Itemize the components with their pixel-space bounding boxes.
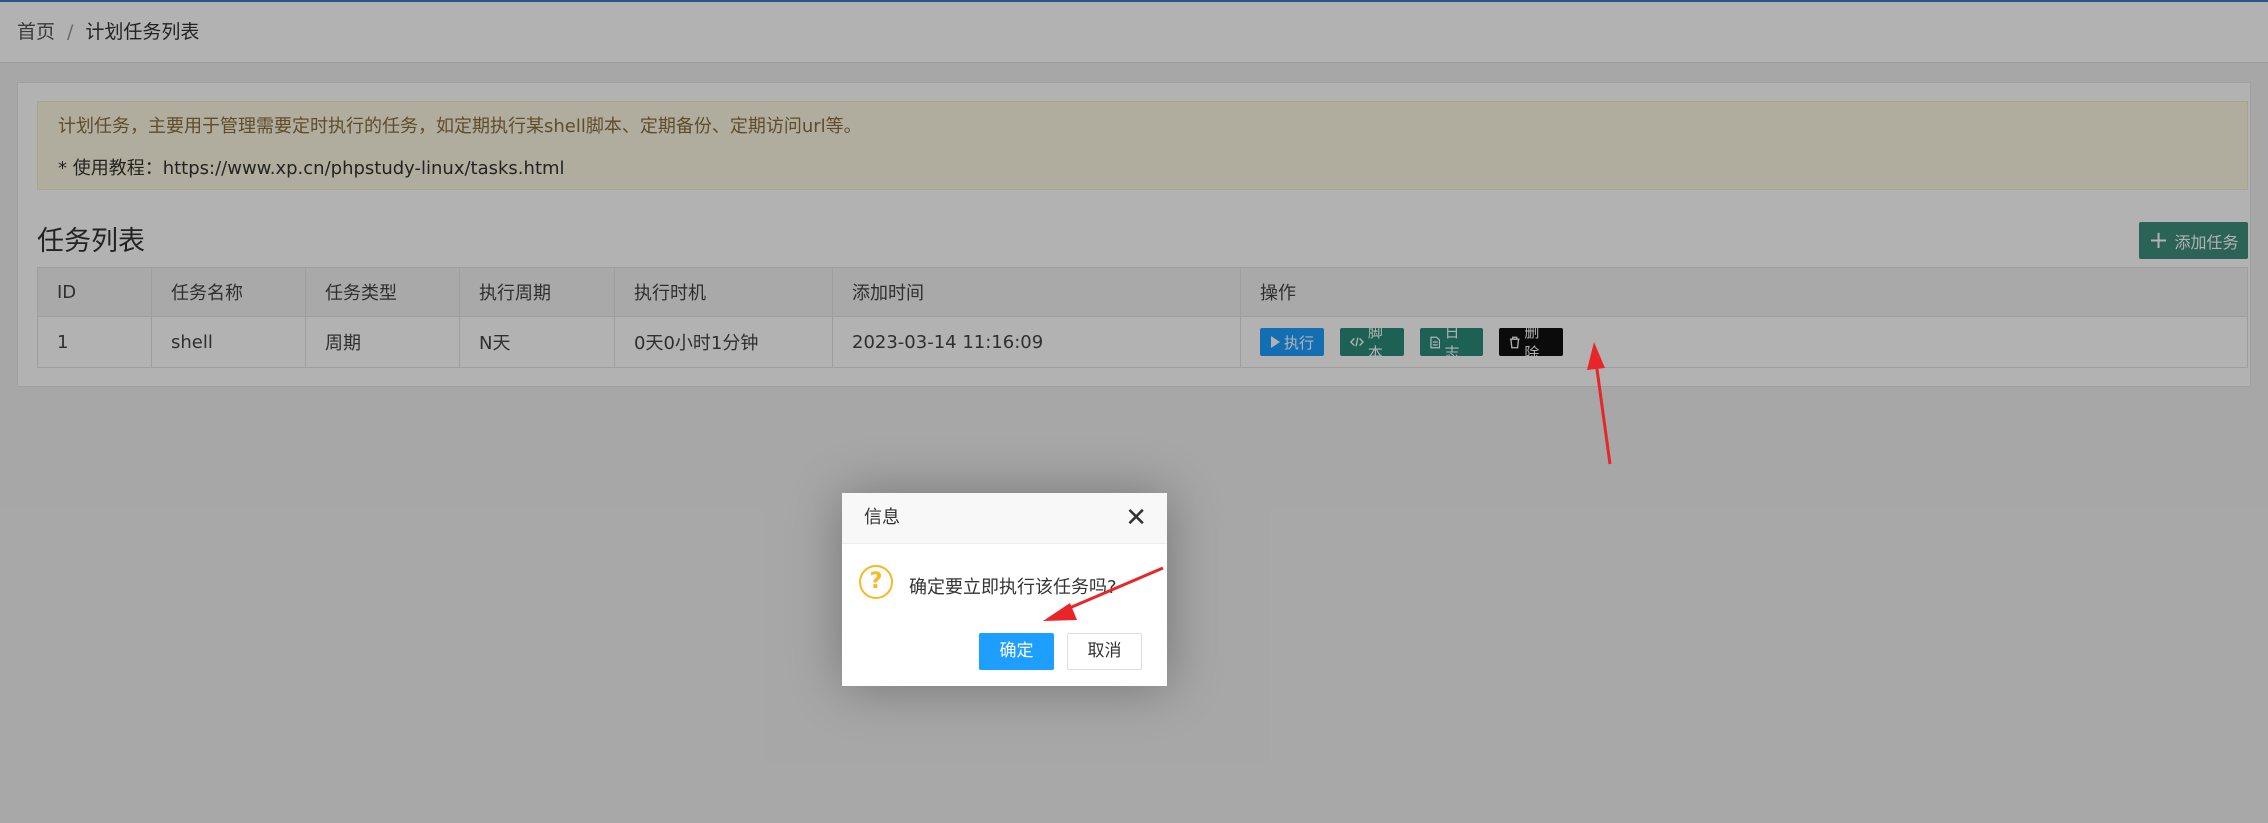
close-icon[interactable]: ✕ [1125, 493, 1147, 543]
dialog-title: 信息 [864, 507, 900, 528]
confirm-dialog: 信息 ✕ ? 确定要立即执行该任务吗? 确定 取消 [842, 493, 1167, 686]
dialog-header: 信息 ✕ [842, 493, 1167, 544]
cancel-button[interactable]: 取消 [1067, 633, 1142, 670]
question-icon: ? [859, 565, 893, 599]
dialog-message: 确定要立即执行该任务吗? [909, 577, 1117, 598]
confirm-button[interactable]: 确定 [979, 633, 1054, 670]
modal-overlay[interactable] [0, 0, 2268, 823]
